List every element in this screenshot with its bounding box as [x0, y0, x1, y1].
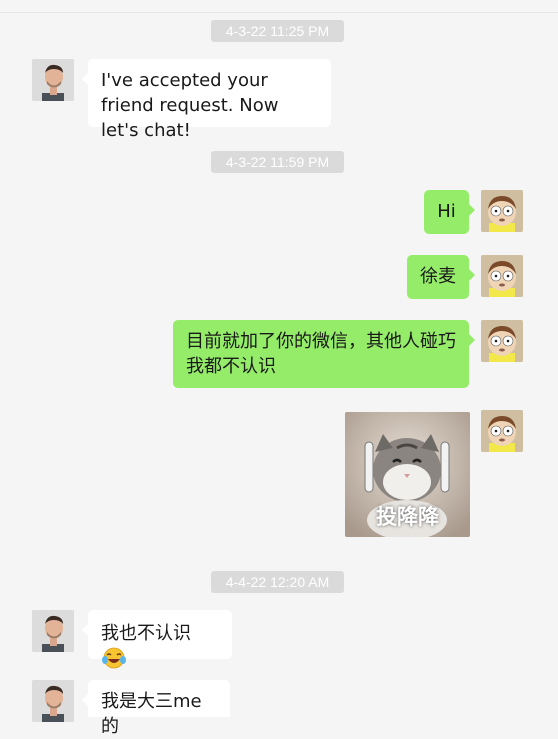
laughing-tears-emoji: [101, 646, 127, 677]
timestamp: 4-3-22 11:25 PM: [211, 20, 344, 42]
my-avatar[interactable]: [481, 320, 523, 362]
message-text: I've accepted your friend request. Now l…: [101, 70, 279, 141]
my-avatar[interactable]: [481, 255, 523, 297]
my-avatar[interactable]: [481, 190, 523, 232]
contact-avatar[interactable]: [32, 610, 74, 652]
message-text: 我也不认识: [101, 623, 191, 644]
sticker-caption: 投降降: [376, 505, 439, 529]
top-divider: [0, 12, 558, 13]
message-text: 徐麦: [420, 266, 456, 287]
message-bubble-incoming[interactable]: 我是大三me的: [82, 680, 230, 737]
message-text: Hi: [437, 201, 456, 222]
message-text: 我是大三me的: [101, 691, 202, 737]
timestamp: 4-4-22 12:20 AM: [211, 571, 344, 593]
cat-surrender-sticker[interactable]: 投降降: [345, 412, 470, 537]
contact-avatar[interactable]: [32, 59, 74, 101]
message-bubble-incoming[interactable]: I've accepted your friend request. Now l…: [82, 59, 331, 141]
contact-avatar[interactable]: [32, 680, 74, 722]
message-bubble-outgoing[interactable]: 徐麦: [407, 255, 475, 299]
message-text: 目前就加了你的微信，其他人碰巧我都不认识: [186, 331, 456, 377]
message-bubble-outgoing[interactable]: Hi: [424, 190, 475, 234]
timestamp: 4-3-22 11:59 PM: [211, 151, 344, 173]
my-avatar[interactable]: [481, 410, 523, 452]
message-bubble-incoming[interactable]: 我也不认识: [82, 610, 232, 669]
message-bubble-outgoing[interactable]: 目前就加了你的微信，其他人碰巧我都不认识: [173, 320, 475, 388]
